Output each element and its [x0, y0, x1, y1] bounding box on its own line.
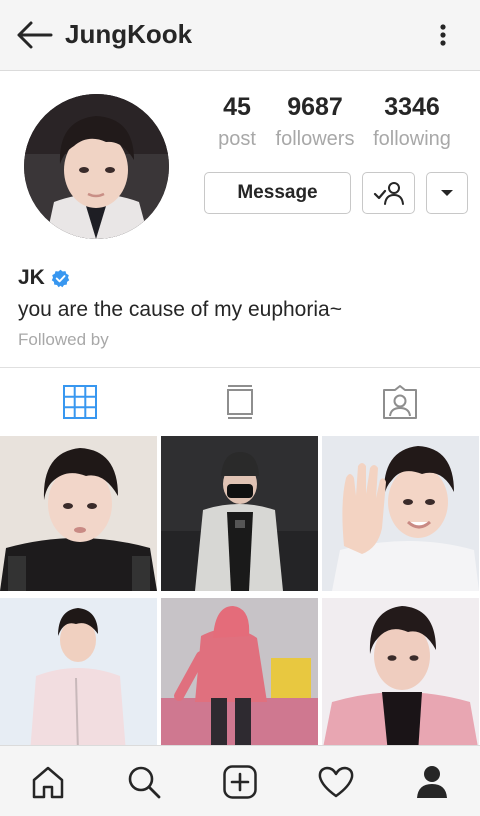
user-check-icon: [373, 182, 404, 205]
following-label: following: [373, 128, 451, 150]
heart-icon: [318, 766, 354, 797]
following-count: 3346: [384, 93, 440, 121]
tab-grid-view[interactable]: [0, 373, 160, 431]
nav-profile-button[interactable]: [384, 746, 480, 816]
profile-avatar[interactable]: [24, 94, 169, 239]
profile-display-name: JK: [18, 266, 70, 290]
post-photo: [161, 436, 318, 591]
grid-post[interactable]: [322, 436, 479, 591]
post-photo: [0, 598, 157, 753]
search-icon: [128, 766, 161, 798]
bottom-navigation: [0, 745, 480, 816]
grid-icon: [63, 385, 97, 419]
post-photo: [322, 598, 479, 753]
tab-feed-view[interactable]: [160, 373, 320, 431]
profile-bio: you are the cause of my euphoria~: [18, 298, 342, 321]
suggestions-dropdown-button[interactable]: [426, 172, 468, 214]
grid-post[interactable]: [0, 598, 157, 753]
back-arrow-icon: [17, 21, 53, 49]
followers-count: 9687: [287, 93, 343, 121]
message-button[interactable]: Message: [204, 172, 351, 214]
display-name-text: JK: [18, 266, 45, 289]
grid-post[interactable]: [161, 598, 318, 753]
followers-count-stat[interactable]: 9687 followers: [268, 92, 362, 152]
caret-down-icon: [441, 190, 453, 196]
grid-post[interactable]: [322, 598, 479, 753]
post-photo: [322, 436, 479, 591]
back-button[interactable]: [14, 17, 54, 53]
grid-post[interactable]: [161, 436, 318, 591]
post-photo: [0, 436, 157, 591]
nav-activity-button[interactable]: [288, 746, 384, 816]
posts-count-stat[interactable]: 45 post: [210, 92, 264, 152]
home-icon: [32, 766, 64, 798]
tab-tagged-view[interactable]: [320, 373, 480, 431]
post-photo: [161, 598, 318, 753]
followers-label: followers: [275, 128, 355, 150]
top-bar: JungKook: [0, 0, 480, 71]
profile-username: JungKook: [65, 19, 193, 49]
nav-search-button[interactable]: [96, 746, 192, 816]
tagged-icon: [383, 385, 417, 419]
nav-home-button[interactable]: [0, 746, 96, 816]
tabs-top-divider: [0, 367, 480, 368]
avatar-photo: [24, 94, 169, 239]
grid-post[interactable]: [0, 436, 157, 591]
following-count-stat[interactable]: 3346 following: [366, 92, 458, 152]
more-options-button[interactable]: [428, 18, 458, 52]
followed-by-text[interactable]: Followed by: [18, 330, 109, 350]
nav-new-post-button[interactable]: [192, 746, 288, 816]
verified-badge-icon: [51, 269, 70, 287]
profile-icon: [417, 765, 447, 798]
add-post-icon: [223, 764, 257, 799]
more-vertical-icon: [440, 24, 446, 46]
posts-label: post: [218, 128, 256, 150]
feed-icon: [227, 385, 253, 419]
following-status-button[interactable]: [362, 172, 415, 214]
posts-count: 45: [223, 93, 251, 121]
